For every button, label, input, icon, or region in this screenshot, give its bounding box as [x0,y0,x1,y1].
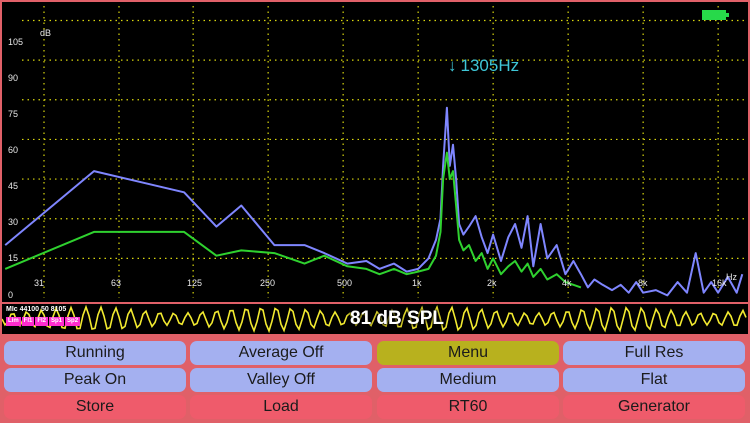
spectrum-plot[interactable]: 105 90 75 60 45 30 15 0 dB 31 63 125 250… [2,2,748,302]
generator-button[interactable]: Generator [563,395,745,419]
tag-lim: Lim [6,317,21,326]
valley-button[interactable]: Valley Off [190,368,372,392]
x-tick-label: 250 [260,278,276,288]
menu-button[interactable]: Menu [377,341,559,365]
arrow-down-icon: ↓ [448,56,457,75]
tag-fl1: Fl1 [21,317,35,326]
y-tick-label: 45 [8,181,19,191]
peak-trace-line [4,106,744,297]
spl-value: 81 [350,308,372,329]
peak-frequency-label: 1305Hz [460,56,520,75]
tag-sp1: Sp1 [49,317,65,326]
full-res-button[interactable]: Full Res [563,341,745,365]
load-button[interactable]: Load [190,395,372,419]
filter-tags: Lim Fl1 Fl2 Sp1 Sp2 [6,317,81,328]
x-tick-label: 63 [111,278,122,288]
y-unit-label: dB [40,28,52,38]
spl-readout: 81 dB SPL [322,307,472,331]
y-tick-label: 105 [8,37,24,47]
store-button[interactable]: Store [4,395,186,419]
peak-frequency-marker: ↓ 1305Hz [448,56,519,76]
level-strip: MIc 44100 50 8105 Lim Fl1 Fl2 Sp1 Sp2 81 dB … [2,304,748,334]
x-tick-label: 31 [34,278,45,288]
peak-button[interactable]: Peak On [4,368,186,392]
x-tick-label: 1k [412,278,422,288]
x-tick-label: 4k [562,278,572,288]
spectrum-svg [4,6,748,298]
rta-app: 105 90 75 60 45 30 15 0 dB 31 63 125 250… [0,0,750,423]
y-tick-label: 75 [8,109,19,119]
x-tick-label: 16k [712,278,727,288]
tag-sp2: Sp2 [65,317,81,326]
flat-button[interactable]: Flat [563,368,745,392]
y-tick-label: 0 [8,290,14,300]
x-tick-label: 8k [638,278,648,288]
input-info: MIc 44100 50 8105 [6,306,67,313]
spl-unit: dB SPL [376,308,444,329]
x-tick-label: 500 [337,278,353,288]
y-tick-label: 15 [8,253,19,263]
y-tick-label: 60 [8,145,19,155]
x-tick-label: 125 [187,278,203,288]
tag-fl2: Fl2 [35,317,49,326]
battery-icon [702,10,729,20]
medium-button[interactable]: Medium [377,368,559,392]
x-unit-label: Hz [726,272,737,282]
running-button[interactable]: Running [4,341,186,365]
x-tick-label: 2k [487,278,497,288]
y-tick-label: 90 [8,73,19,83]
y-tick-label: 30 [8,217,19,227]
average-button[interactable]: Average Off [190,341,372,365]
rt60-button[interactable]: RT60 [377,395,559,419]
